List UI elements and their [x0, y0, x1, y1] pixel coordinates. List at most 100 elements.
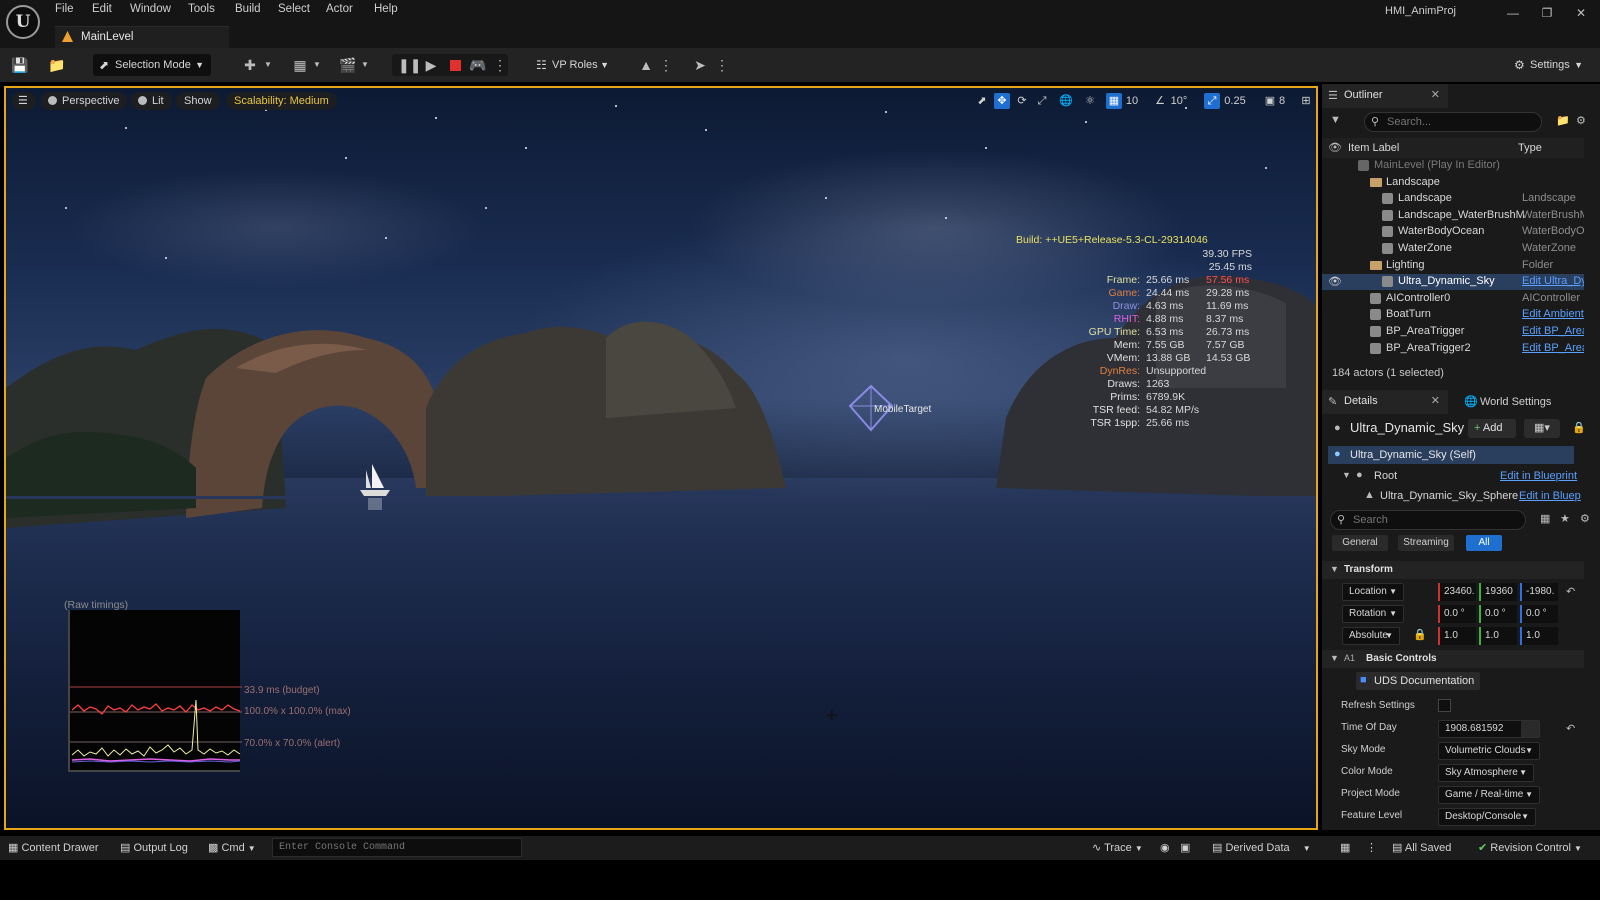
more-icon[interactable]: ⋮: [712, 55, 732, 75]
menu-window[interactable]: Window: [130, 3, 171, 15]
table-view-icon[interactable]: ▦: [1540, 512, 1550, 525]
lock-icon[interactable]: 🔒: [1413, 628, 1427, 641]
derived-data-dropdown[interactable]: ▤ Derived Data ▼: [1212, 841, 1311, 854]
rotation-x-input[interactable]: 0.0 °: [1438, 605, 1476, 623]
color-mode-dropdown[interactable]: Sky Atmosphere ▼: [1438, 764, 1534, 782]
time-of-day-input[interactable]: 1908.681592: [1438, 720, 1540, 738]
component-root[interactable]: Root: [1374, 470, 1397, 482]
project-mode-dropdown[interactable]: Game / Real-time ▼: [1438, 786, 1540, 804]
sky-mode-dropdown[interactable]: Volumetric Clouds ▼: [1438, 742, 1540, 760]
menu-tools[interactable]: Tools: [188, 3, 215, 15]
menu-help[interactable]: Help: [374, 3, 398, 15]
revision-control-dropdown[interactable]: ✔ Revision Control ▼: [1478, 841, 1582, 854]
more-icon[interactable]: ⋮: [1366, 841, 1377, 854]
settings-dropdown[interactable]: ⚙ Settings ▼: [1508, 54, 1590, 76]
component-sphere[interactable]: Ultra_Dynamic_Sky_Sphere: [1380, 490, 1518, 502]
scale-snap-icon[interactable]: ⤢: [1204, 93, 1220, 109]
rotate-tool-icon[interactable]: ⟳: [1014, 93, 1030, 109]
stats-icon[interactable]: ▦: [1340, 841, 1350, 854]
add-actor-icon[interactable]: ✚: [240, 55, 260, 75]
close-icon[interactable]: ✕: [1431, 394, 1440, 407]
feature-level-dropdown[interactable]: Desktop/Console ▼: [1438, 808, 1536, 826]
rotation-dropdown[interactable]: Rotation ▼: [1342, 605, 1404, 623]
browse-icon[interactable]: 📁: [47, 55, 67, 75]
level-tab[interactable]: MainLevel: [55, 26, 229, 48]
outliner-row[interactable]: WaterZone WaterZone: [1322, 241, 1584, 257]
screenshot-icon[interactable]: ▣: [1180, 841, 1190, 854]
edit-actor-link[interactable]: Edit Ambient: [1522, 308, 1584, 320]
close-window-icon[interactable]: ✕: [1570, 4, 1592, 22]
component-self[interactable]: ● Ultra_Dynamic_Sky (Self): [1328, 446, 1574, 464]
outliner-row[interactable]: Landscape Landscape: [1322, 191, 1584, 207]
level-viewport[interactable]: ☰ Perspective Lit Show Scalability: Medi…: [4, 86, 1318, 830]
rotation-snap-icon[interactable]: ∠: [1152, 93, 1168, 109]
filter-all[interactable]: All: [1466, 535, 1502, 551]
outliner-row[interactable]: BP_AreaTrigger Edit BP_Area: [1322, 324, 1584, 340]
outliner-row[interactable]: AIController0 AIController: [1322, 291, 1584, 307]
console-command-box[interactable]: [272, 838, 522, 857]
location-y-input[interactable]: 19360: [1479, 583, 1517, 601]
menu-actor[interactable]: Actor: [326, 3, 353, 15]
scale-z-input[interactable]: 1.0: [1520, 627, 1558, 645]
star-icon[interactable]: ★: [1560, 512, 1570, 525]
menu-select[interactable]: Select: [278, 3, 310, 15]
outliner-row[interactable]: Landscape_WaterBrushM WaterBrushM: [1322, 208, 1584, 224]
menu-build[interactable]: Build: [235, 3, 261, 15]
filter-icon[interactable]: ▼: [1330, 114, 1341, 126]
edit-actor-link[interactable]: Edit BP_Area: [1522, 325, 1584, 337]
chevron-down-icon[interactable]: ▼: [355, 55, 375, 75]
chevron-down-icon[interactable]: ▼: [307, 55, 327, 75]
edit-actor-link[interactable]: Edit Ultra_Dy: [1522, 275, 1584, 287]
time-slider-handle[interactable]: [1521, 721, 1539, 737]
tab-outliner[interactable]: ☰ Outliner ✕: [1322, 84, 1448, 108]
content-drawer-button[interactable]: ▦ Content Drawer: [8, 841, 99, 854]
outliner-search-input[interactable]: ⚲: [1364, 112, 1542, 132]
rotation-y-input[interactable]: 0.0 °: [1479, 605, 1517, 623]
selection-mode-dropdown[interactable]: ⬈ Selection Mode ▼: [93, 54, 211, 76]
menu-edit[interactable]: Edit: [92, 3, 112, 15]
step-icon[interactable]: ▶: [421, 55, 441, 75]
record-icon[interactable]: ◉: [1160, 841, 1170, 854]
edit-in-blueprint-link[interactable]: Edit in Blueprint: [1500, 470, 1577, 482]
lock-icon[interactable]: 🔒: [1572, 421, 1586, 434]
outliner-row[interactable]: BoatTurn Edit Ambient: [1322, 307, 1584, 323]
close-icon[interactable]: ✕: [1431, 88, 1440, 101]
tab-details[interactable]: ✎ Details ✕: [1322, 390, 1448, 414]
minimize-icon[interactable]: —: [1502, 4, 1524, 22]
all-saved-button[interactable]: ▤ All Saved: [1392, 841, 1451, 854]
col-item-label[interactable]: Item Label: [1348, 142, 1399, 154]
trace-dropdown[interactable]: ∿ Trace ▼: [1092, 841, 1143, 854]
details-search-field[interactable]: [1353, 512, 1489, 528]
edit-actor-link[interactable]: Edit BP_Area: [1522, 342, 1584, 354]
chevron-down-icon[interactable]: ▼: [1342, 470, 1351, 480]
save-icon[interactable]: 💾: [10, 55, 30, 75]
grid-size-value[interactable]: 10: [1124, 93, 1140, 109]
console-command-input[interactable]: [273, 839, 521, 856]
cmd-dropdown[interactable]: ▩ Cmd ▼: [208, 841, 256, 854]
select-tool-icon[interactable]: ⬈: [974, 93, 990, 109]
visibility-icon[interactable]: 👁: [1328, 141, 1342, 154]
refresh-settings-checkbox[interactable]: [1438, 699, 1451, 712]
tab-world-settings[interactable]: World Settings: [1480, 396, 1551, 408]
chevron-down-icon[interactable]: ▼: [258, 55, 278, 75]
scale-y-input[interactable]: 1.0: [1479, 627, 1517, 645]
scale-x-input[interactable]: 1.0: [1438, 627, 1476, 645]
eject-gamepad-icon[interactable]: 🎮: [468, 55, 488, 75]
surface-snap-icon[interactable]: ⚛: [1082, 93, 1098, 109]
outliner-search-field[interactable]: [1387, 114, 1511, 130]
gear-icon[interactable]: ⚙: [1580, 512, 1590, 525]
show-button[interactable]: Show: [176, 92, 220, 110]
grid-snap-icon[interactable]: ▦: [1106, 93, 1122, 109]
add-component-button[interactable]: + Add: [1468, 419, 1516, 438]
scalability-button[interactable]: Scalability: Medium: [226, 92, 337, 110]
layout-icon[interactable]: ⊞: [1298, 93, 1314, 109]
edit-in-blueprint-link-2[interactable]: Edit in Bluep: [1519, 490, 1581, 502]
location-z-input[interactable]: -1980.: [1520, 583, 1558, 601]
more-icon[interactable]: ⋮: [490, 55, 510, 75]
boat-actor[interactable]: [358, 460, 394, 510]
transform-section[interactable]: ▼ Transform: [1322, 561, 1584, 579]
reset-icon[interactable]: ↶: [1566, 722, 1575, 735]
location-x-input[interactable]: 23460.: [1438, 583, 1476, 601]
camera-speed-value[interactable]: 8: [1276, 93, 1288, 109]
unreal-logo-icon[interactable]: U: [6, 5, 40, 39]
